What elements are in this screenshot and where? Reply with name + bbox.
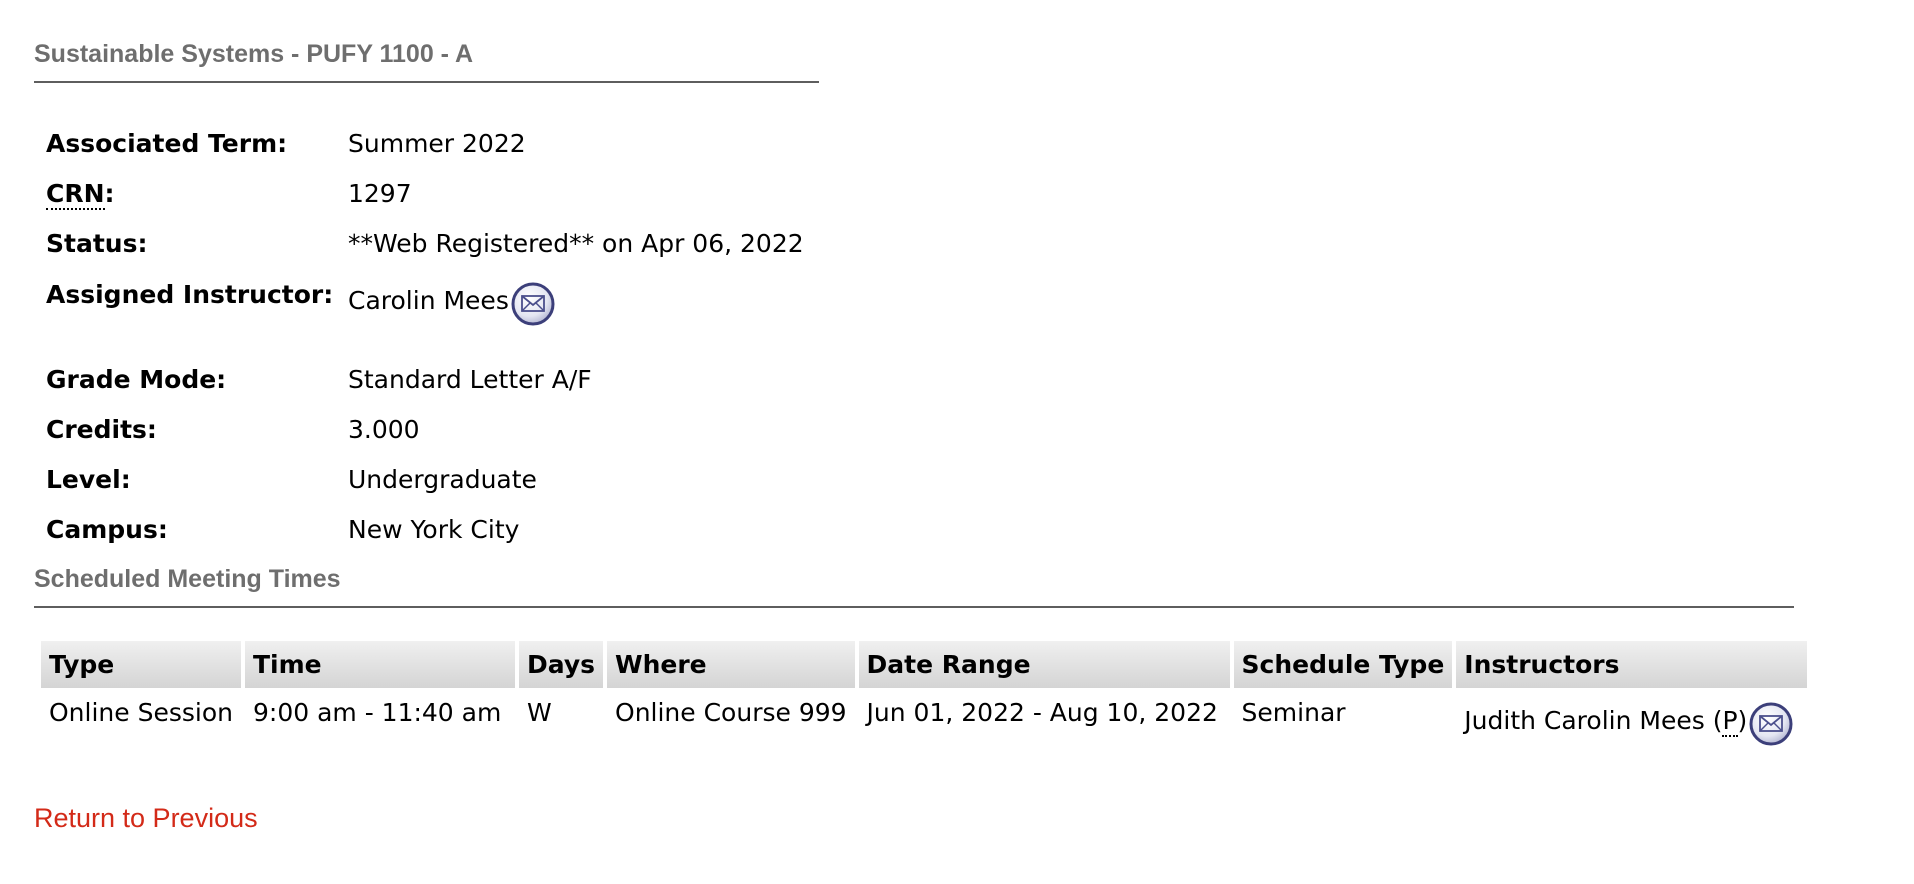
detail-row-credits: Credits: 3.000	[46, 404, 804, 454]
header-date-range: Date Range	[858, 641, 1230, 688]
meeting-times-title: Scheduled Meeting Times	[34, 565, 1794, 608]
primary-instructor-marker: P	[1722, 706, 1738, 737]
level-label: Level:	[46, 464, 131, 494]
header-time: Time	[244, 641, 515, 688]
instructor-cell: Carolin Mees	[348, 268, 804, 354]
crn-label-colon: :	[104, 178, 115, 208]
detail-row-campus: Campus: New York City	[46, 504, 804, 554]
header-where: Where	[607, 641, 855, 688]
instructor-name: Carolin Mees	[348, 286, 509, 315]
course-title: Sustainable Systems - PUFY 1100 - A	[34, 40, 819, 83]
detail-row-level: Level: Undergraduate	[46, 454, 804, 504]
course-details-table: Associated Term: Summer 2022 CRN: 1297 S…	[46, 118, 804, 554]
envelope-email-icon[interactable]	[1749, 702, 1793, 746]
detail-row-instructor: Assigned Instructor: Carolin Mees	[46, 268, 804, 354]
primary-open-paren: (	[1704, 706, 1723, 735]
meeting-type: Online Session	[49, 698, 233, 727]
level-value: Undergraduate	[348, 464, 537, 494]
header-days: Days	[518, 641, 604, 688]
header-type: Type	[41, 641, 241, 688]
meeting-table-header-row: Type Time Days Where Date Range Schedule…	[41, 641, 1808, 688]
detail-row-term: Associated Term: Summer 2022	[46, 118, 804, 168]
crn-label: CRN	[46, 178, 105, 210]
meeting-schedule-type: Seminar	[1241, 698, 1346, 727]
instructor-label: Assigned Instructor:	[46, 280, 334, 309]
meeting-where: Online Course 999	[615, 698, 847, 727]
envelope-email-icon[interactable]	[511, 282, 555, 326]
campus-value: New York City	[348, 514, 520, 544]
meeting-days: W	[526, 698, 552, 727]
detail-row-crn: CRN: 1297	[46, 168, 804, 218]
detail-row-grade-mode: Grade Mode: Standard Letter A/F	[46, 354, 804, 404]
meeting-instructor-name: Judith Carolin Mees	[1464, 706, 1705, 735]
primary-close-paren: )	[1737, 706, 1748, 735]
meeting-date-range: Jun 01, 2022 - Aug 10, 2022	[866, 698, 1218, 727]
credits-value: 3.000	[348, 414, 420, 444]
return-to-previous-link[interactable]: Return to Previous	[34, 803, 258, 834]
crn-value: 1297	[348, 178, 412, 208]
status-label: Status:	[46, 228, 148, 258]
associated-term-label: Associated Term:	[46, 128, 288, 158]
meeting-times-table: Type Time Days Where Date Range Schedule…	[37, 641, 1811, 750]
meeting-time: 9:00 am - 11:40 am	[252, 698, 502, 727]
grade-mode-value: Standard Letter A/F	[348, 364, 592, 394]
grade-mode-label: Grade Mode:	[46, 364, 227, 394]
campus-label: Campus:	[46, 514, 168, 544]
table-row: Online Session 9:00 am - 11:40 am W Onli…	[41, 688, 1807, 750]
header-instructors: Instructors	[1456, 641, 1808, 688]
status-value: **Web Registered** on Apr 06, 2022	[348, 228, 804, 258]
credits-label: Credits:	[46, 414, 157, 444]
header-schedule-type: Schedule Type	[1233, 641, 1453, 688]
crn-label-cell: CRN:	[46, 168, 348, 218]
detail-row-status: Status: **Web Registered** on Apr 06, 20…	[46, 218, 804, 268]
meeting-instructors-cell: Judith Carolin Mees (P)	[1456, 688, 1807, 750]
associated-term-value: Summer 2022	[348, 128, 526, 158]
